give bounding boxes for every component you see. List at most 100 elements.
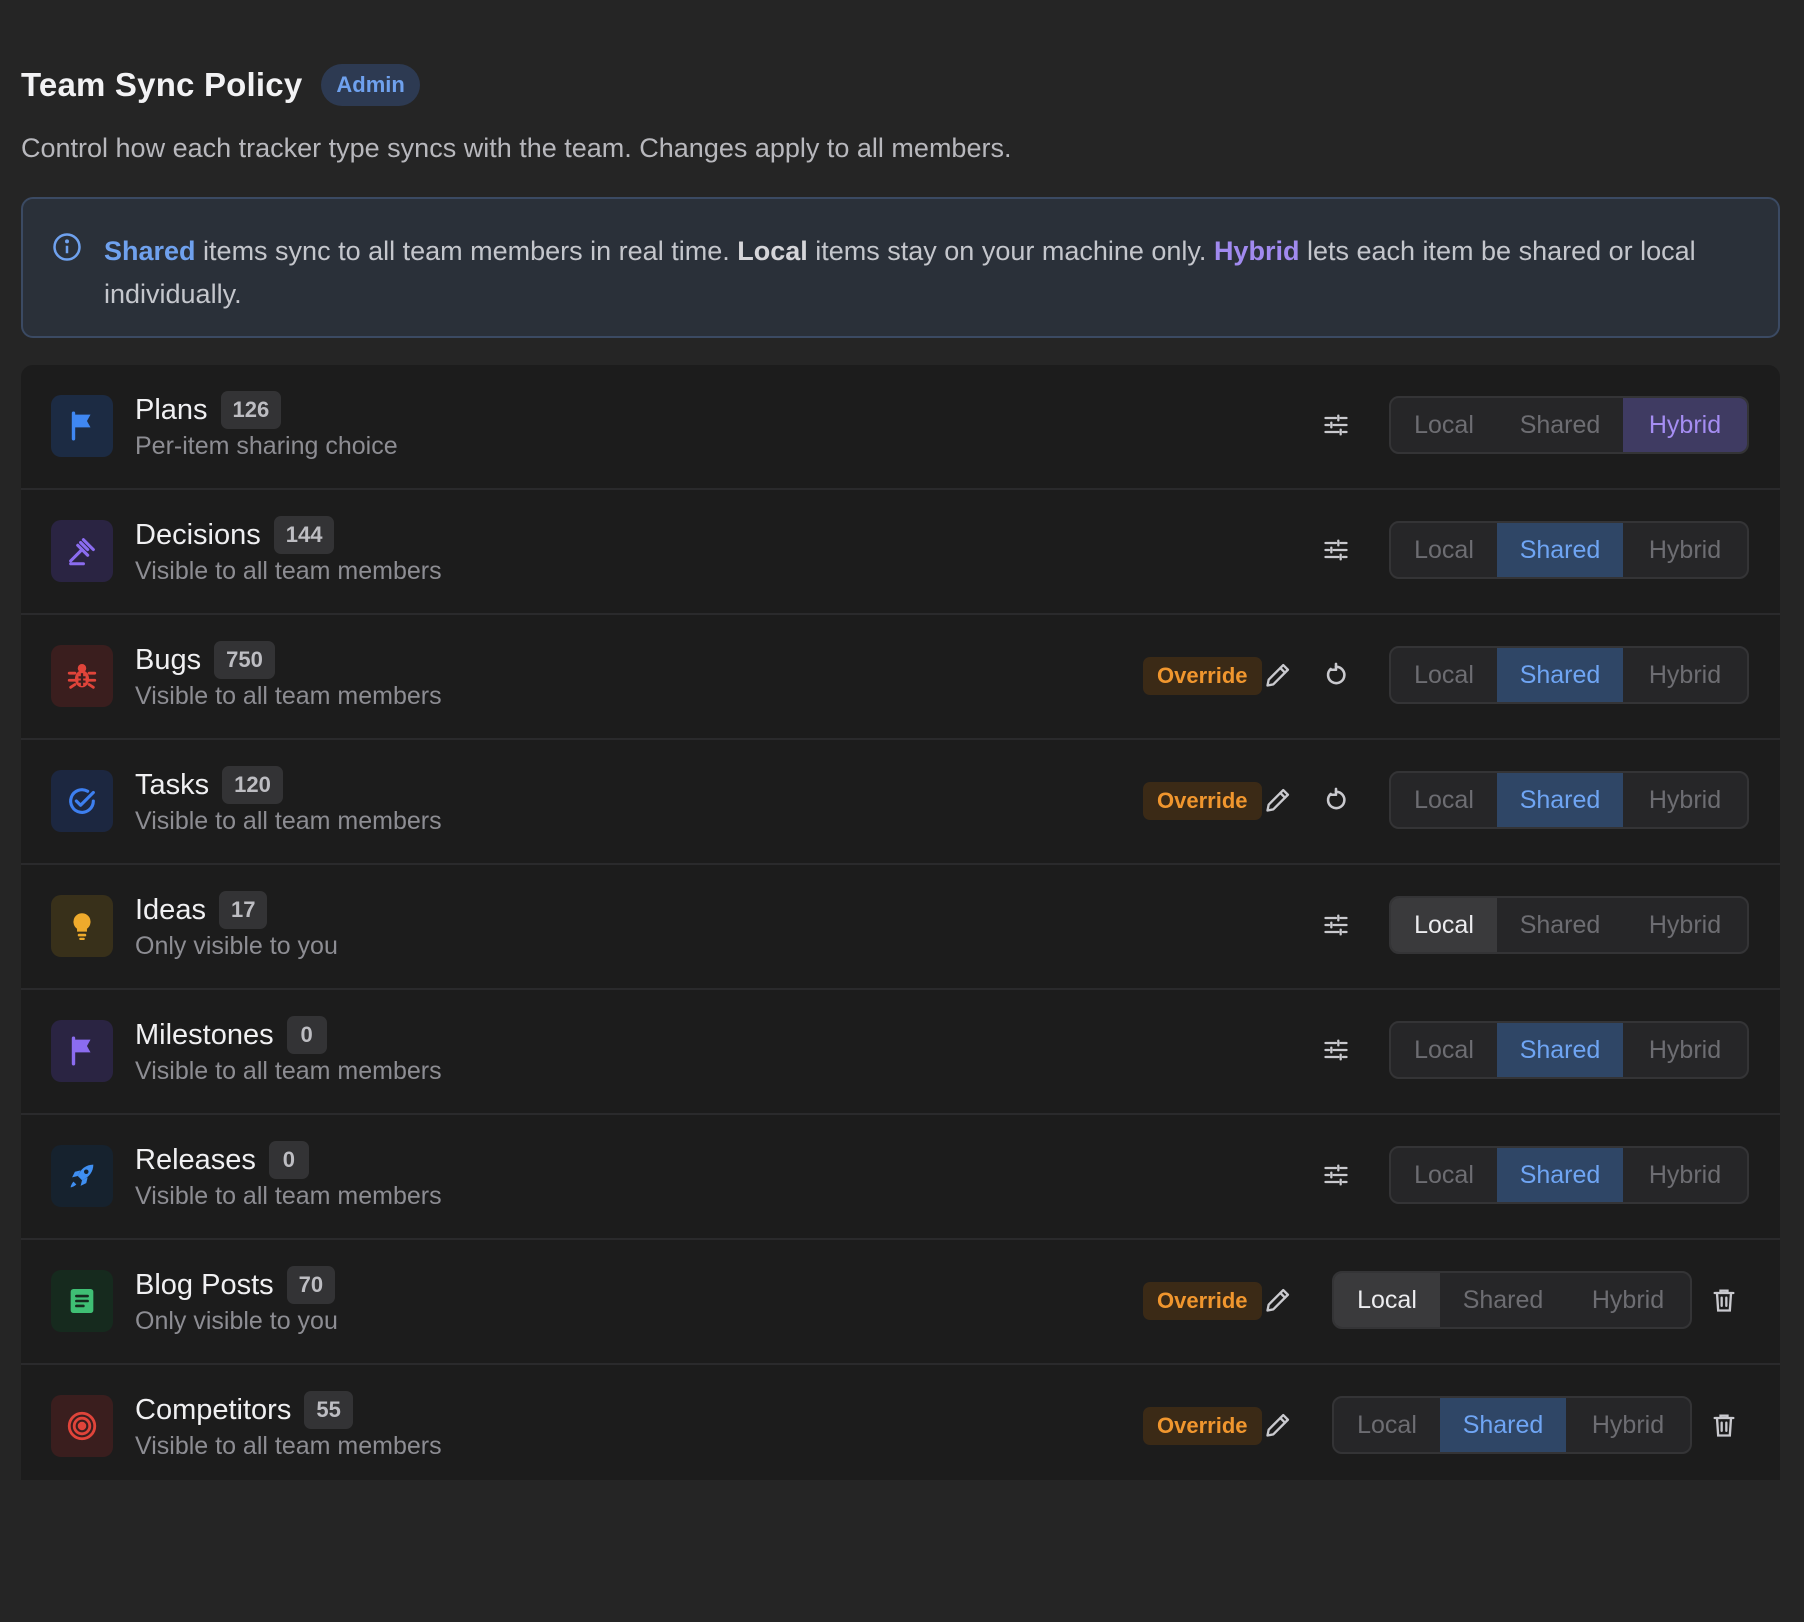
sync-mode-toggle: Local Shared Hybrid (1332, 1396, 1692, 1454)
trash-icon[interactable] (1705, 1406, 1743, 1444)
pencil-icon[interactable] (1259, 1406, 1297, 1444)
sliders-icon[interactable] (1317, 1156, 1355, 1194)
reset-icon[interactable] (1317, 781, 1355, 819)
tracker-name-line: Releases 0 (135, 1139, 309, 1181)
tracker-tile (51, 1020, 113, 1082)
tracker-tile (51, 520, 113, 582)
tracker-name-line: Bugs 750 (135, 639, 275, 681)
tracker-description: Only visible to you (135, 1307, 338, 1335)
tracker-description: Visible to all team members (135, 807, 442, 835)
mode-option-hybrid[interactable]: Hybrid (1623, 1023, 1747, 1077)
info-local-keyword: Local (737, 236, 808, 266)
mode-option-local[interactable]: Local (1391, 648, 1497, 702)
mode-option-local[interactable]: Local (1334, 1273, 1440, 1327)
override-badge: Override (1143, 1282, 1262, 1320)
mode-option-local[interactable]: Local (1334, 1398, 1440, 1452)
tracker-name: Ideas (135, 893, 206, 926)
mode-option-local[interactable]: Local (1391, 898, 1497, 952)
tracker-count: 55 (304, 1391, 353, 1429)
mode-option-hybrid[interactable]: Hybrid (1623, 898, 1747, 952)
bug-icon (65, 659, 99, 693)
tracker-name-line: Tasks 120 (135, 764, 283, 806)
info-hybrid-keyword: Hybrid (1213, 236, 1300, 266)
page-header: Team Sync Policy Admin (21, 60, 1780, 110)
override-badge: Override (1143, 1407, 1262, 1445)
mode-option-hybrid[interactable]: Hybrid (1623, 648, 1747, 702)
tracker-tile (51, 895, 113, 957)
mode-option-local[interactable]: Local (1391, 1148, 1497, 1202)
mode-option-local[interactable]: Local (1391, 1023, 1497, 1077)
tracker-description: Visible to all team members (135, 1432, 442, 1460)
sync-mode-toggle: Local Shared Hybrid (1389, 1146, 1749, 1204)
tracker-description: Visible to all team members (135, 557, 442, 585)
tracker-description: Visible to all team members (135, 1057, 442, 1085)
mode-option-local[interactable]: Local (1391, 398, 1497, 452)
tracker-name: Milestones (135, 1018, 274, 1051)
tracker-name-line: Decisions 144 (135, 514, 335, 556)
tracker-row-tasks: Tasks 120 Visible to all team members Ov… (21, 740, 1780, 865)
page-title: Team Sync Policy (21, 66, 303, 103)
sliders-icon[interactable] (1317, 531, 1355, 569)
tracker-count: 120 (222, 766, 283, 804)
pencil-icon[interactable] (1259, 1281, 1297, 1319)
mode-option-hybrid[interactable]: Hybrid (1623, 398, 1747, 452)
mode-option-shared[interactable]: Shared (1497, 898, 1623, 952)
mode-option-hybrid[interactable]: Hybrid (1623, 523, 1747, 577)
tracker-count: 70 (286, 1266, 336, 1304)
tracker-list: Plans 126 Per-item sharing choice Local S… (21, 365, 1780, 1480)
mode-option-shared[interactable]: Shared (1497, 1023, 1623, 1077)
tracker-row-milestones: Milestones 0 Visible to all team members… (21, 990, 1780, 1115)
mode-option-shared[interactable]: Shared (1497, 523, 1623, 577)
tracker-row-competitors: Competitors 55 Visible to all team membe… (21, 1365, 1780, 1480)
sliders-icon[interactable] (1317, 906, 1355, 944)
sliders-icon[interactable] (1317, 1031, 1355, 1069)
sliders-icon[interactable] (1317, 406, 1355, 444)
override-badge: Override (1143, 782, 1262, 820)
trash-icon[interactable] (1705, 1281, 1743, 1319)
tracker-count: 750 (214, 641, 275, 679)
mode-option-hybrid[interactable]: Hybrid (1623, 773, 1747, 827)
flag-icon (65, 1034, 99, 1068)
override-badge: Override (1143, 657, 1262, 695)
gavel-icon (65, 534, 99, 568)
tracker-count: 126 (220, 391, 282, 429)
tracker-tile (51, 1145, 113, 1207)
sync-mode-toggle: Local Shared Hybrid (1389, 771, 1749, 829)
info-callout: Shared items sync to all team members in… (21, 197, 1780, 338)
info-text: Shared items sync to all team members in… (104, 236, 1696, 309)
reset-icon[interactable] (1317, 656, 1355, 694)
sync-mode-toggle: Local Shared Hybrid (1389, 646, 1749, 704)
tracker-count: 17 (218, 891, 268, 929)
tracker-tile (51, 1270, 113, 1332)
target-icon (65, 1409, 99, 1443)
mode-option-hybrid[interactable]: Hybrid (1566, 1273, 1690, 1327)
mode-option-shared[interactable]: Shared (1497, 1148, 1623, 1202)
tracker-row-bugs: Bugs 750 Visible to all team members Ove… (21, 615, 1780, 740)
pencil-icon[interactable] (1259, 656, 1297, 694)
mode-option-shared[interactable]: Shared (1440, 1273, 1566, 1327)
mode-option-shared[interactable]: Shared (1497, 773, 1623, 827)
pencil-icon[interactable] (1259, 781, 1297, 819)
tracker-name-line: Ideas 17 (135, 889, 268, 931)
tracker-description: Per-item sharing choice (135, 432, 398, 460)
tracker-row-plans: Plans 126 Per-item sharing choice Local S… (21, 365, 1780, 490)
flag-icon (65, 409, 99, 443)
mode-option-hybrid[interactable]: Hybrid (1566, 1398, 1690, 1452)
info-icon (53, 233, 81, 261)
mode-option-shared[interactable]: Shared (1497, 648, 1623, 702)
tracker-tile (51, 395, 113, 457)
mode-option-shared[interactable]: Shared (1440, 1398, 1566, 1452)
tracker-name-line: Competitors 55 (135, 1389, 353, 1431)
mode-option-hybrid[interactable]: Hybrid (1623, 1148, 1747, 1202)
mode-option-local[interactable]: Local (1391, 523, 1497, 577)
info-text-1: items sync to all team members in real t… (195, 236, 738, 266)
tracker-name: Releases (135, 1143, 256, 1176)
info-text-2: items stay on your machine only. (807, 236, 1214, 266)
tracker-name: Tasks (135, 768, 210, 801)
tracker-description: Visible to all team members (135, 1182, 442, 1210)
mode-option-local[interactable]: Local (1391, 773, 1497, 827)
mode-option-shared[interactable]: Shared (1497, 398, 1623, 452)
tracker-name: Plans (135, 393, 208, 426)
sync-policy-page: Team Sync Policy Admin Control how each … (21, 60, 1780, 1480)
admin-badge: Admin (321, 64, 420, 106)
